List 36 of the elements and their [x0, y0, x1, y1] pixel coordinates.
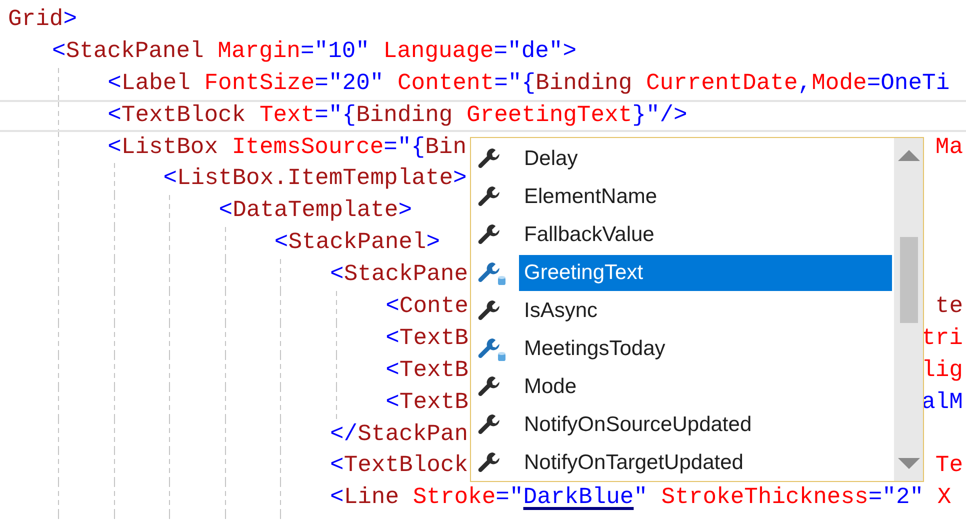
code-fragment: Te [935, 451, 964, 480]
code-line: <TextBlock Text="{Binding GreetingText}"/> [108, 102, 688, 130]
code-fragment: te [935, 292, 964, 322]
completion-item[interactable]: FallbackValue [519, 217, 892, 253]
completion-item[interactable]: GreetingText [519, 255, 892, 291]
code-line: <Label FontSize="20" Content="{Binding CurrentDate,Mode=OneTi [108, 68, 950, 98]
scrollbar-thumb[interactable] [900, 236, 918, 322]
code-line: <StackPanel Margin="10" Language="de"> [52, 36, 577, 66]
code-line: <DataTemplate> [218, 196, 412, 226]
code-line: <Conte [386, 292, 468, 322]
code-line: </StackPan [330, 420, 468, 449]
code-fragment: lig [922, 356, 964, 385]
wrench-database-icon [477, 261, 507, 285]
completion-item[interactable]: ElementName [519, 179, 892, 215]
code-line: <TextB [386, 324, 468, 353]
code-line: <ListBox.ItemTemplate> [163, 164, 467, 194]
code-line: <StackPane [330, 260, 468, 290]
code-fragment: alM [922, 388, 964, 417]
completion-item[interactable]: MeetingsToday [519, 331, 892, 367]
completion-item[interactable]: Delay [519, 141, 892, 177]
scroll-down-icon[interactable] [896, 457, 920, 471]
code-fragment: Ma [935, 132, 964, 162]
code-line: <StackPanel> [274, 228, 440, 258]
completion-item[interactable]: IsAsync [519, 293, 892, 329]
code-fragment: tri [922, 324, 964, 353]
code-line: <TextBlock [330, 451, 468, 480]
completion-item[interactable]: NotifyOnSourceUpdated [519, 407, 892, 443]
scrollbar[interactable] [894, 138, 923, 481]
completion-item[interactable]: NotifyOnTargetUpdated [519, 445, 892, 481]
code-line: <Line Stroke="DarkBlue" StrokeThickness="2" X [330, 483, 952, 512]
code-line: <TextB [386, 356, 468, 385]
code-line: <ListBox ItemsSource="{Bin [108, 132, 467, 162]
completion-item[interactable]: Mode [519, 369, 892, 405]
code-line: Grid> [8, 5, 78, 34]
code-line: <TextB [386, 388, 468, 417]
wrench-database-icon [477, 337, 507, 361]
